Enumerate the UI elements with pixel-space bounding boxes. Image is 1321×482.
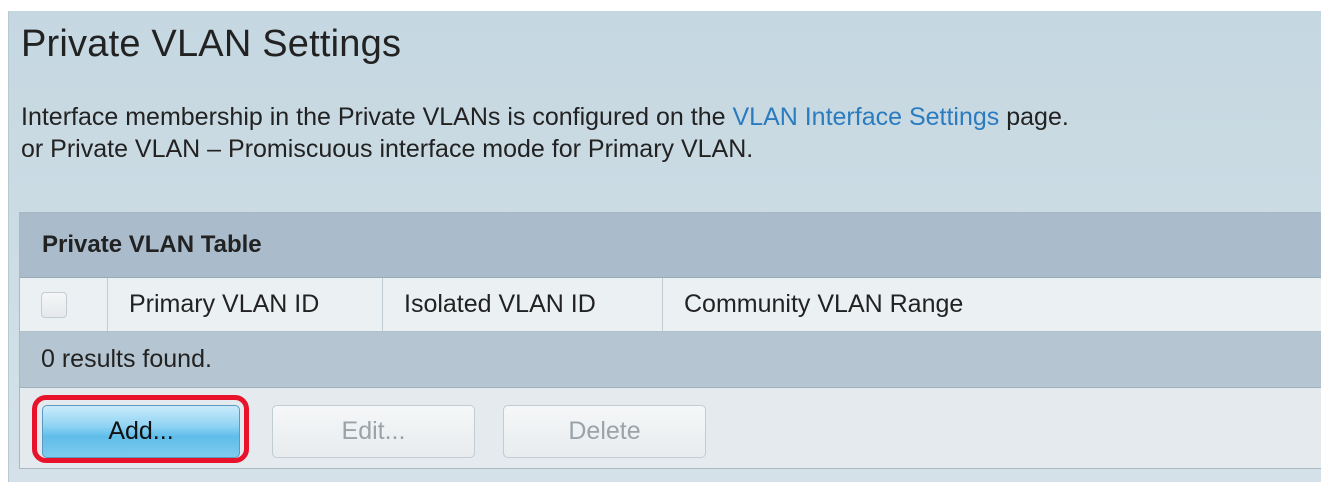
delete-button[interactable]: Delete bbox=[503, 405, 706, 458]
vlan-interface-settings-link[interactable]: VLAN Interface Settings bbox=[732, 103, 999, 131]
add-button[interactable]: Add... bbox=[42, 405, 240, 458]
results-count-text: 0 results found. bbox=[41, 345, 212, 373]
edit-button[interactable]: Edit... bbox=[272, 405, 475, 458]
table-title: Private VLAN Table bbox=[42, 231, 262, 258]
private-vlan-table: Private VLAN Table Primary VLAN ID Isola… bbox=[19, 212, 1321, 469]
results-status-row: 0 results found. bbox=[20, 332, 1321, 388]
select-all-checkbox[interactable] bbox=[41, 292, 67, 318]
description-text: Interface membership in the Private VLAN… bbox=[21, 103, 733, 131]
page-description: Interface membership in the Private VLAN… bbox=[21, 101, 1069, 165]
table-title-bar: Private VLAN Table bbox=[20, 213, 1321, 278]
description-text-suffix: page. bbox=[999, 103, 1069, 131]
table-button-bar: Add... Edit... Delete bbox=[20, 388, 1321, 468]
page-content: Private VLAN Settings Interface membersh… bbox=[8, 11, 1321, 482]
select-all-cell bbox=[20, 278, 108, 331]
column-header-primary-vlan-id[interactable]: Primary VLAN ID bbox=[108, 278, 383, 331]
column-header-community-vlan-range[interactable]: Community VLAN Range bbox=[663, 278, 1321, 331]
column-header-isolated-vlan-id[interactable]: Isolated VLAN ID bbox=[383, 278, 663, 331]
page-title: Private VLAN Settings bbox=[21, 23, 402, 65]
table-header-row: Primary VLAN ID Isolated VLAN ID Communi… bbox=[20, 278, 1321, 332]
description-text-line2: or Private VLAN – Promiscuous interface … bbox=[21, 135, 754, 163]
